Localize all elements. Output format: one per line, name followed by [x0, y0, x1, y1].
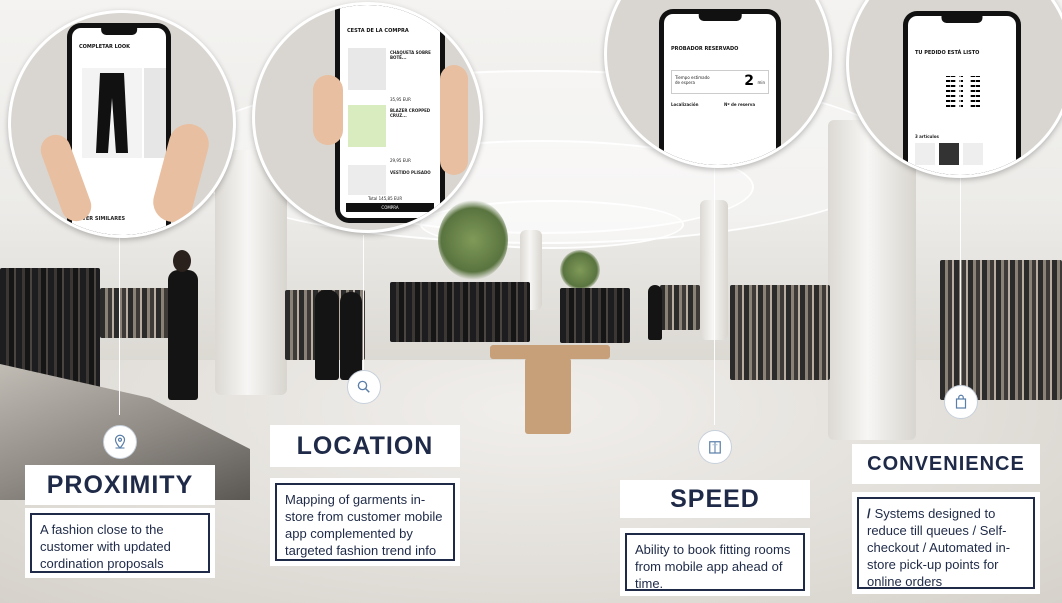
buy-button[interactable]: COMPRA [346, 203, 434, 212]
wait-label: Tiempo estimado de espera [675, 75, 710, 85]
clothing-rack [730, 285, 830, 380]
cart-total: Total 145,85 EUR [368, 196, 403, 201]
dress-image [348, 165, 386, 195]
clothing-rack [390, 282, 530, 342]
proximity-description-box: A fashion close to the customer with upd… [25, 508, 215, 578]
cart-item-price: 35,95 EUR [390, 97, 411, 102]
clothing-rack [940, 260, 1062, 400]
qr-code-icon [946, 76, 980, 110]
convenience-description-wrap: / Systems designed to reduce till queues … [857, 497, 1035, 589]
screen-title: COMPLETAR LOOK [79, 44, 131, 50]
phone: TU PEDIDO ESTÁ LISTO 3 artículos [903, 11, 1021, 175]
item-image [915, 143, 935, 165]
phone: PROBADOR RESERVADO Tiempo estimado de es… [659, 9, 781, 165]
phone: CESTA DE LA COMPRA CHAQUETA SOBRE BOTÉ..… [335, 5, 445, 223]
connector-line [960, 170, 961, 385]
shopper [315, 290, 339, 380]
proximity-description: A fashion close to the customer with upd… [30, 513, 210, 573]
cart-item-name: CHAQUETA SOBRE BOTÉ... [390, 50, 431, 60]
location-phone-bubble: CESTA DE LA COMPRA CHAQUETA SOBRE BOTÉ..… [252, 2, 483, 233]
cardigan-image [348, 48, 386, 90]
queue-label: Nº de reserva [724, 102, 756, 107]
location-label: Localización [671, 102, 699, 107]
cart-item-name: BLAZER CROPPED CRUZ... [390, 108, 431, 118]
phone-screen: PROBADOR RESERVADO Tiempo estimado de es… [664, 14, 776, 165]
shopper [168, 270, 198, 400]
phone-screen: CESTA DE LA COMPRA CHAQUETA SOBRE BOTÉ..… [340, 5, 440, 218]
tree [560, 250, 600, 290]
screen-title: TU PEDIDO ESTÁ LISTO [915, 50, 980, 56]
cart-item-price: 29,95 EUR [390, 158, 411, 163]
clothing-rack [560, 288, 630, 343]
phone-screen: TU PEDIDO ESTÁ LISTO 3 artículos [908, 16, 1016, 175]
hand [440, 65, 468, 175]
tree [438, 200, 508, 280]
speed-heading: SPEED [620, 480, 810, 518]
speed-description-box: Ability to book fitting rooms from mobil… [620, 528, 810, 596]
shopper [648, 285, 662, 340]
clothing-rack [100, 288, 170, 338]
convenience-description-box: / Systems designed to reduce till queues … [852, 492, 1040, 594]
shopping-bag-icon [944, 385, 978, 419]
location-description: Mapping of garments in-store from custom… [275, 483, 455, 561]
slash-mark: / [867, 506, 871, 521]
blazer-image [348, 105, 386, 147]
wait-unit: min [757, 80, 765, 85]
connector-line [363, 235, 364, 375]
screen-title: PROBADOR RESERVADO [671, 46, 739, 52]
location-heading: LOCATION [270, 425, 460, 467]
cart-item-name: VESTIDO PLISADO [390, 170, 431, 175]
fitting-room-icon [698, 430, 732, 464]
screen-footer: VER SIMILARES [82, 216, 126, 222]
search-icon [347, 370, 381, 404]
display-table [490, 345, 610, 359]
trousers-image [82, 68, 142, 158]
connector-line [119, 235, 120, 415]
connector-line [714, 165, 715, 425]
display-table-base [525, 358, 571, 434]
location-description-box: Mapping of garments in-store from custom… [270, 478, 460, 566]
items-label: 3 artículos [915, 134, 939, 139]
item-image [144, 68, 166, 158]
screen-title: CESTA DE LA COMPRA [347, 28, 409, 34]
hand [313, 75, 343, 145]
wait-value: 2 [744, 73, 754, 89]
shopper-head [173, 250, 191, 272]
item-image [963, 143, 983, 165]
wait-time-box: Tiempo estimado de espera 2 min [671, 70, 769, 94]
location-pin-icon [103, 425, 137, 459]
proximity-heading: PROXIMITY [25, 465, 215, 505]
item-image [939, 143, 959, 165]
proximity-phone-bubble: COMPLETAR LOOK VER SIMILARES [8, 10, 236, 238]
convenience-description: Systems designed to reduce till queues /… [867, 506, 1011, 589]
convenience-heading: CONVENIENCE [852, 444, 1040, 484]
clothing-rack [660, 285, 700, 330]
shopper [340, 292, 362, 380]
speed-description: Ability to book fitting rooms from mobil… [625, 533, 805, 591]
